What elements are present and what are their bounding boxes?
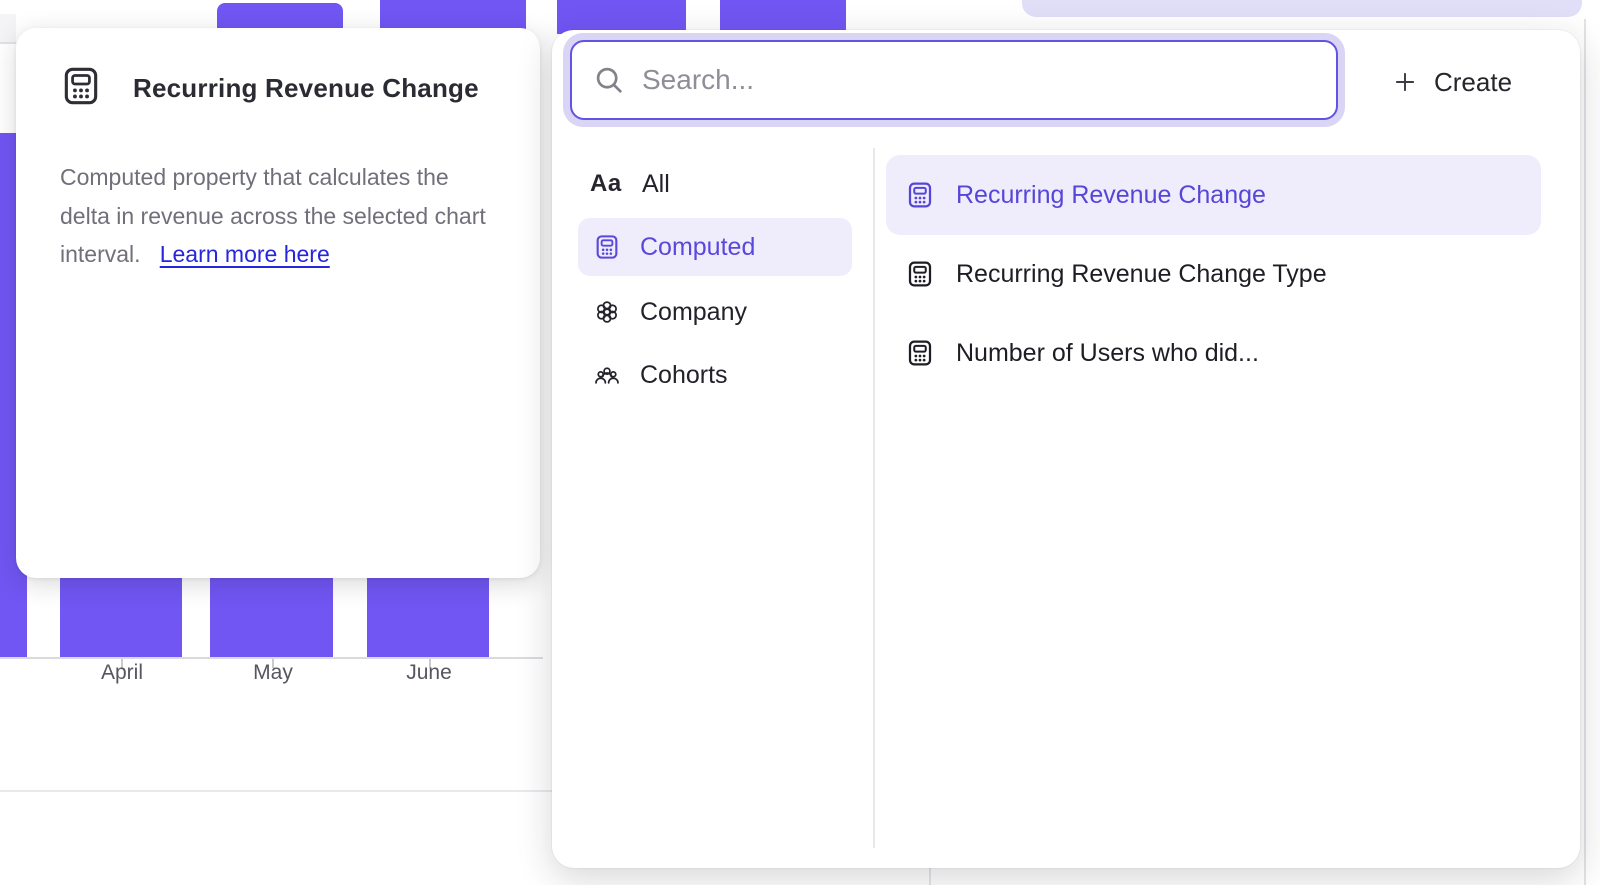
result-label: Number of Users who did...	[956, 339, 1259, 368]
cohorts-people-icon	[592, 361, 622, 389]
filter-label: Cohorts	[640, 361, 728, 390]
learn-more-link[interactable]: Learn more here	[160, 241, 330, 267]
description-line: Computed property that calculates the	[60, 158, 500, 197]
text-format-icon: Aa	[590, 170, 624, 198]
result-item-recurring-revenue-change-type[interactable]: Recurring Revenue Change Type	[886, 234, 1541, 314]
description-line: delta in revenue across the selected cha…	[60, 197, 500, 236]
tooltip-description: Computed property that calculates the de…	[60, 158, 500, 274]
plus-icon	[1392, 69, 1418, 95]
bar	[557, 0, 686, 34]
filter-label: All	[642, 170, 670, 199]
property-picker-modal: Create Aa All Computed	[552, 30, 1580, 868]
search-focus-ring	[563, 33, 1345, 127]
bar	[720, 0, 846, 34]
right-panel-divider	[1584, 19, 1586, 885]
x-axis-label-june: June	[406, 661, 452, 685]
x-axis-label-april: April	[101, 661, 143, 685]
result-item-recurring-revenue-change[interactable]: Recurring Revenue Change	[886, 155, 1541, 235]
filter-label: Computed	[640, 233, 755, 262]
search-icon	[592, 63, 626, 97]
calculator-icon	[904, 259, 936, 289]
result-label: Recurring Revenue Change	[956, 181, 1266, 210]
chart-card-top-edge	[0, 42, 16, 44]
search-field	[570, 40, 1338, 120]
clipped-property-chip[interactable]	[1022, 0, 1582, 17]
calculator-icon	[904, 338, 936, 368]
create-button[interactable]: Create	[1392, 60, 1512, 104]
result-label: Recurring Revenue Change Type	[956, 260, 1327, 289]
modal-column-divider	[873, 148, 875, 848]
create-button-label: Create	[1434, 67, 1512, 98]
company-cluster-icon	[592, 298, 622, 326]
chart-card-top-band	[0, 14, 16, 42]
search-input[interactable]	[642, 64, 1316, 96]
filter-item-cohorts[interactable]: Cohorts	[578, 346, 852, 404]
x-axis-label-may: May	[253, 661, 293, 685]
result-item-number-of-users[interactable]: Number of Users who did...	[886, 313, 1541, 393]
property-tooltip-card: Recurring Revenue Change Computed proper…	[16, 28, 540, 578]
filter-label: Company	[640, 298, 747, 327]
calculator-icon	[592, 233, 622, 261]
calculator-icon	[904, 180, 936, 210]
tooltip-title: Recurring Revenue Change	[133, 73, 479, 104]
calculator-icon	[59, 64, 103, 108]
filter-item-computed[interactable]: Computed	[578, 218, 852, 276]
description-line: interval.	[60, 241, 141, 267]
filter-item-company[interactable]: Company	[578, 283, 852, 341]
filter-item-all[interactable]: Aa All	[578, 155, 852, 213]
